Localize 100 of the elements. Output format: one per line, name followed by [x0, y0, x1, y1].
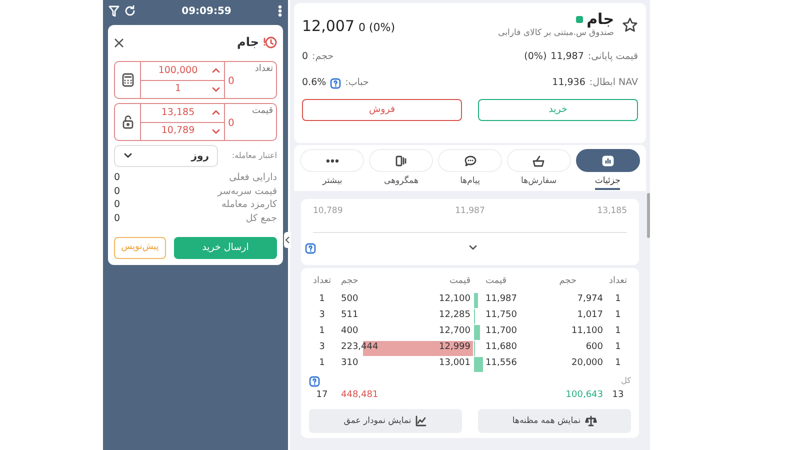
unlock-icon[interactable]	[122, 115, 134, 129]
help-icon[interactable]	[330, 78, 342, 89]
refresh-icon[interactable]	[124, 5, 136, 17]
price-change: 0 (0%)	[358, 20, 396, 36]
more-menu-icon[interactable]	[277, 5, 283, 17]
column-header: تعداد	[312, 275, 332, 288]
quantity-label: تعداد	[254, 63, 273, 76]
table-cell-text: 11,750	[486, 309, 517, 322]
column-header: حجم	[559, 276, 577, 286]
table-cell-text: 11,700	[486, 325, 517, 338]
table-cell-text: 448,481	[341, 389, 378, 402]
table-cell-text: 20,000	[570, 357, 604, 370]
more-icon	[326, 158, 339, 162]
table-cell-text: 600	[584, 341, 604, 354]
validity-select[interactable]: روز	[114, 145, 218, 167]
scrollbar[interactable]	[647, 193, 650, 238]
final-price-change: (0%)	[524, 50, 547, 64]
chat-icon	[464, 154, 477, 166]
range-low: 10,789	[313, 205, 343, 218]
table-cell-text: 1,017	[576, 309, 604, 322]
range-high: 13,185	[597, 205, 627, 218]
price-input[interactable]: 0	[228, 116, 234, 131]
order-title: جام	[237, 34, 259, 51]
help-icon[interactable]	[305, 242, 316, 254]
summary-value: 0	[114, 212, 120, 225]
final-price-label: قیمت پایانی:	[588, 50, 638, 64]
table-cell-text: 511	[341, 309, 358, 322]
help-icon[interactable]	[309, 376, 320, 386]
table-cell-text: 13,001	[439, 357, 470, 370]
table-cell-text: 310	[341, 357, 358, 370]
summary-label: کارمزد معامله	[222, 198, 277, 212]
column-header: قیمت	[449, 275, 470, 288]
nav-value: 11,936	[552, 76, 586, 90]
table-cell-text: 17	[315, 389, 329, 402]
table-cell-text: 1	[318, 293, 326, 306]
layers-icon	[394, 154, 408, 166]
min-price-field[interactable]: 10,789	[141, 122, 224, 140]
summary-label: جمع کل	[246, 212, 277, 225]
table-cell-text: 1	[318, 325, 326, 338]
nav-label: NAV ابطال:	[589, 76, 638, 90]
collapse-handle[interactable]	[284, 232, 291, 248]
chart-icon	[602, 154, 614, 166]
symbol-name: جام	[586, 11, 614, 27]
table-cell-text: 11,100	[570, 325, 604, 338]
draft-button[interactable]: پیش‌نویس	[114, 237, 166, 259]
table-cell-text: 11,556	[486, 357, 517, 370]
table-cell-text: 1	[614, 325, 622, 338]
table-cell-text: 1	[614, 293, 622, 306]
table-cell-text: 13	[611, 389, 625, 402]
price-label: قیمت	[252, 105, 273, 118]
summary-value: 0	[114, 198, 120, 212]
column-header: قیمت	[486, 275, 507, 288]
max-price-field[interactable]: 13,185	[141, 104, 224, 122]
range-mid: 11,987	[455, 205, 485, 218]
validity-label: اعتبار معامله:	[232, 150, 277, 162]
volume-label: حجم:	[312, 50, 334, 64]
depth-chart-button[interactable]: نمایش نمودار عمق	[309, 409, 462, 433]
bubble-label: حباب:	[345, 76, 369, 90]
table-cell-text: 11,680	[486, 341, 517, 354]
depth-chart-icon	[415, 415, 428, 427]
table-cell-text: 400	[341, 325, 358, 338]
min-quantity-field[interactable]: 1	[141, 80, 224, 98]
table-cell-text: 500	[341, 293, 358, 306]
bubble-value: 0.6%	[302, 76, 326, 90]
table-cell-text: 12,999	[439, 341, 470, 354]
column-header: حجم	[341, 275, 358, 288]
table-cell-text: 1	[318, 357, 326, 370]
table-cell-text: 12,700	[439, 325, 470, 338]
total-label: کل	[621, 375, 631, 387]
table-cell-text: 3	[318, 341, 326, 354]
quantity-input[interactable]: 0	[228, 74, 234, 89]
summary-label: قیمت سربه‌سر	[218, 184, 277, 198]
table-cell-text: 12,100	[439, 293, 470, 306]
table-cell-text: 11,987	[486, 293, 517, 306]
buy-button[interactable]: خرید	[478, 99, 638, 122]
column-header: تعداد	[608, 275, 628, 288]
star-icon[interactable]	[622, 17, 638, 34]
calculator-icon[interactable]	[122, 73, 134, 87]
max-quantity-field[interactable]: 100,000	[141, 62, 224, 80]
table-cell-text: 12,285	[439, 309, 470, 322]
summary-value: 0	[114, 184, 120, 198]
table-cell-text: 1	[614, 309, 622, 322]
scale-icon	[584, 415, 597, 427]
summary-label: دارایی فعلی	[229, 171, 277, 184]
table-cell-text: 100,643	[564, 389, 604, 402]
table-cell-text: 1	[614, 341, 622, 354]
last-price: 12,007	[302, 16, 354, 37]
summary-value: 0	[114, 171, 120, 184]
show-all-quotes-button[interactable]: نمایش همه مظنه‌ها	[478, 409, 631, 433]
table-cell-text: 7,974	[576, 293, 604, 306]
final-price-value: 11,987	[550, 50, 584, 64]
filter-icon[interactable]	[108, 5, 120, 17]
table-cell-text: 223,444	[341, 341, 378, 354]
volume-value: 0	[302, 50, 308, 64]
sell-button[interactable]: فروش	[302, 99, 462, 122]
table-cell-text: 3	[318, 309, 326, 322]
submit-buy-button[interactable]: ارسال خرید	[174, 237, 277, 259]
clock-time: 09:09:59	[182, 4, 232, 18]
table-cell-text: 1	[614, 357, 622, 370]
basket-icon	[532, 154, 546, 166]
